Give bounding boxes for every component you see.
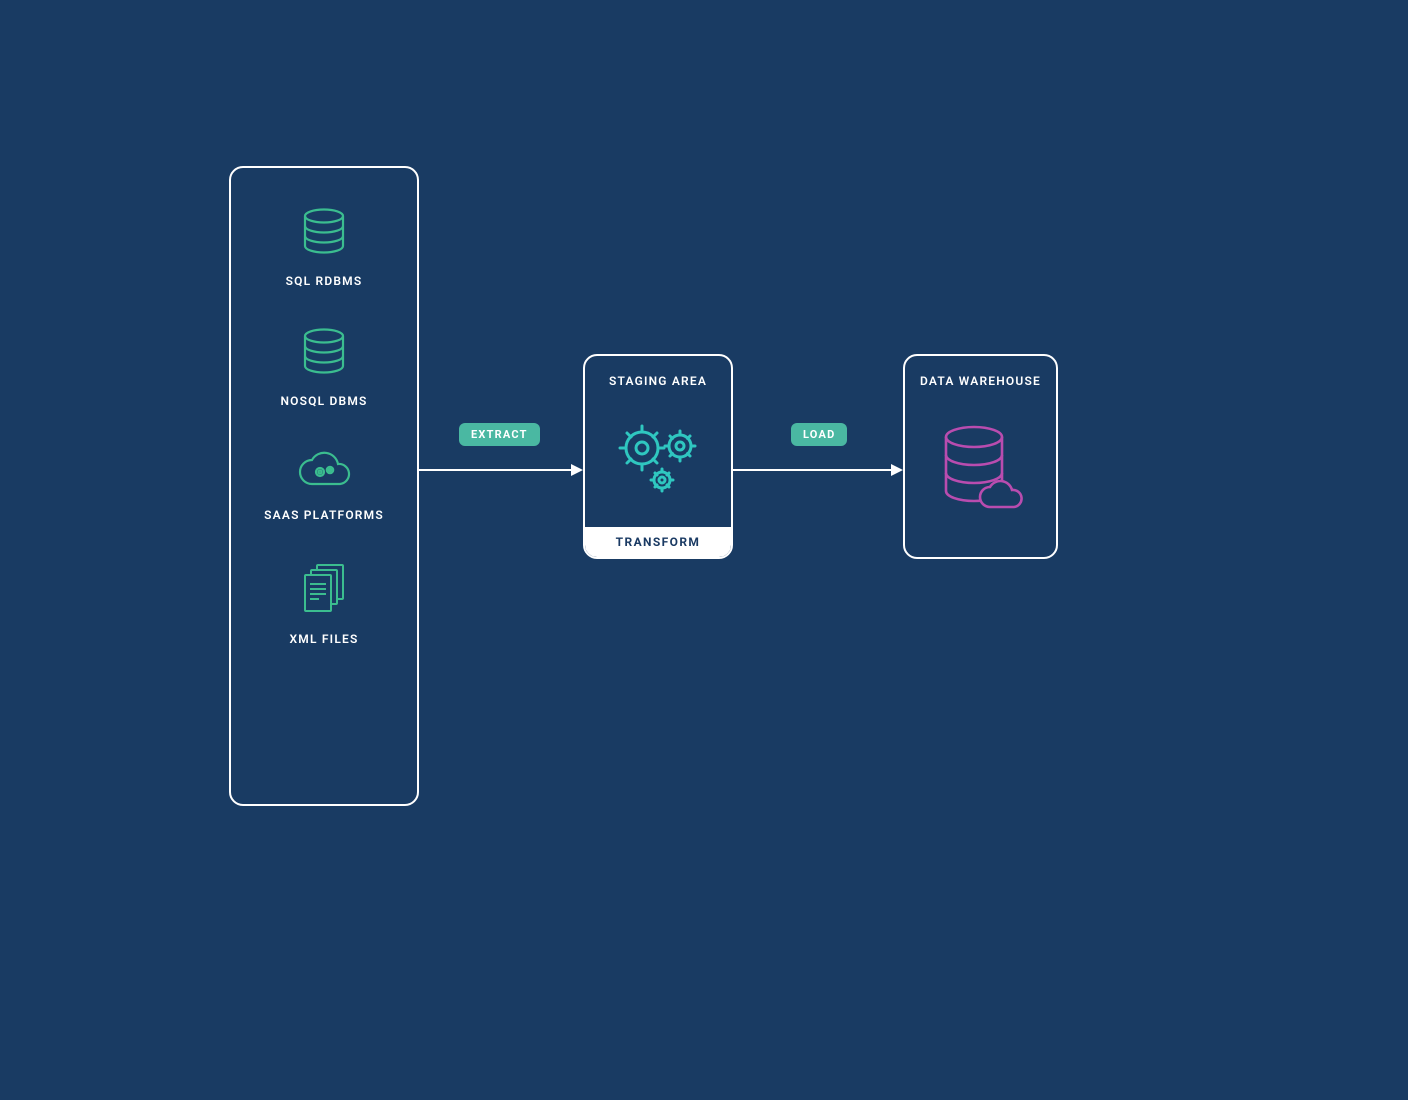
source-item-saas: SAAS PLATFORMS bbox=[264, 448, 384, 522]
arrow-extract bbox=[419, 460, 589, 480]
load-pill: LOAD bbox=[791, 423, 847, 446]
documents-icon bbox=[299, 562, 349, 620]
source-item-nosql: NOSQL DBMS bbox=[280, 328, 367, 408]
source-item-sql: SQL RDBMS bbox=[286, 208, 363, 288]
staging-title: STAGING AREA bbox=[609, 374, 707, 388]
warehouse-title: DATA WAREHOUSE bbox=[920, 374, 1041, 388]
warehouse-panel: DATA WAREHOUSE bbox=[903, 354, 1058, 559]
staging-panel: STAGING AREA bbox=[583, 354, 733, 559]
source-label: XML FILES bbox=[290, 632, 359, 646]
gears-icon bbox=[608, 388, 708, 527]
extract-pill: EXTRACT bbox=[459, 423, 540, 446]
database-icon bbox=[301, 328, 347, 382]
sources-panel: SQL RDBMS NOSQL DBMS bbox=[229, 166, 419, 806]
source-label: SAAS PLATFORMS bbox=[264, 508, 384, 522]
source-label: NOSQL DBMS bbox=[280, 394, 367, 408]
source-label: SQL RDBMS bbox=[286, 274, 363, 288]
database-cloud-icon bbox=[936, 388, 1026, 557]
database-icon bbox=[301, 208, 347, 262]
arrow-load bbox=[733, 460, 909, 480]
cloud-gears-icon bbox=[296, 448, 352, 496]
transform-label: TRANSFORM bbox=[585, 527, 731, 557]
source-item-xml: XML FILES bbox=[290, 562, 359, 646]
